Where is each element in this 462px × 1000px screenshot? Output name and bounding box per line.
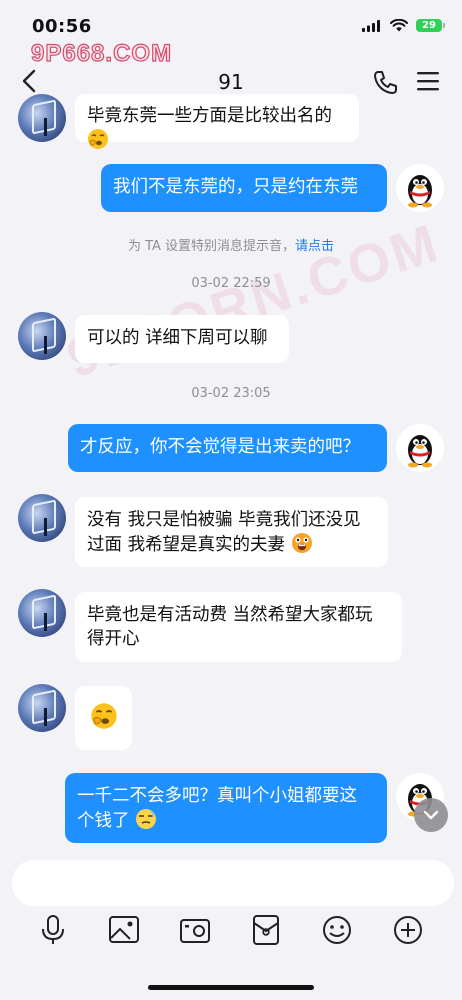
timestamp: 03-02 22:59 (191, 276, 271, 291)
message-text-line: 毕竟也是有活动费 当然希望大家都玩 (87, 605, 373, 625)
message-text: 才反应，你不会觉得是出来卖的吧？ (80, 437, 360, 457)
plus-icon[interactable] (390, 912, 426, 948)
message-text-line: 过面 我希望是真实的夫妻 (87, 532, 376, 557)
status-icons: 29 (362, 19, 445, 32)
contact-avatar[interactable] (18, 312, 66, 360)
red-packet-icon[interactable] (248, 912, 284, 948)
qq-penguin-icon (408, 175, 432, 208)
message-text-line: 个钱了 (77, 808, 375, 833)
message-bubble-incoming[interactable]: 毕竟东莞一些方面是比较出名的 (75, 94, 359, 149)
message-bubble-incoming[interactable]: 可以的 详细下周可以聊 (75, 315, 289, 363)
message-text-line: 得开心 (87, 629, 140, 649)
message-bubble-incoming[interactable] (75, 686, 132, 750)
message-text-line: 没有 我只是怕被骗 毕竟我们还没见 (87, 510, 361, 530)
message-bubble-outgoing[interactable]: 一千二不会多吧？真叫个小姐都要这 个钱了 (65, 773, 387, 843)
menu-icon[interactable] (416, 70, 440, 92)
status-time: 00:56 (32, 16, 92, 37)
yawn-emoji-icon (91, 703, 117, 729)
message-input[interactable] (12, 860, 454, 906)
smirk-emoji-icon (136, 809, 157, 829)
phone-icon[interactable] (372, 69, 398, 95)
my-avatar-penguin[interactable] (396, 164, 444, 212)
composer-toolbar (0, 912, 462, 952)
contact-avatar[interactable] (18, 94, 66, 142)
message-text: 可以的 详细下周可以聊 (87, 328, 268, 348)
timestamp: 03-02 23:05 (191, 386, 271, 401)
my-avatar-penguin[interactable] (396, 424, 444, 472)
message-text: 毕竟东莞一些方面是比较出名的 (87, 106, 332, 126)
emoji-icon[interactable] (319, 912, 355, 948)
microphone-icon[interactable] (35, 912, 71, 948)
message-text: 我们不是东莞的，只是约在东莞 (113, 177, 358, 197)
yawn-emoji-icon (88, 129, 108, 149)
message-bubble-outgoing[interactable]: 才反应，你不会觉得是出来卖的吧？ (68, 424, 387, 472)
home-indicator (148, 985, 314, 990)
shocked-emoji-icon (291, 533, 312, 553)
special-tone-notice: 为 TA 设置特别消息提示音，请点击 (0, 235, 462, 254)
contact-avatar[interactable] (18, 494, 66, 542)
message-bubble-incoming[interactable]: 没有 我只是怕被骗 毕竟我们还没见 过面 我希望是真实的夫妻 (75, 497, 388, 567)
wifi-icon (390, 19, 408, 32)
notice-link[interactable]: 请点击 (295, 239, 334, 254)
camera-icon[interactable] (177, 912, 213, 948)
chevron-down-icon (423, 810, 439, 820)
status-bar: 00:56 29 (0, 0, 462, 44)
qq-penguin-icon (408, 435, 432, 468)
battery-icon: 29 (416, 19, 445, 32)
signal-icon (362, 19, 380, 32)
contact-avatar[interactable] (18, 684, 66, 732)
contact-avatar[interactable] (18, 589, 66, 637)
photo-icon[interactable] (106, 912, 142, 948)
message-bubble-incoming[interactable]: 毕竟也是有活动费 当然希望大家都玩 得开心 (75, 592, 402, 662)
scroll-to-bottom-button[interactable] (414, 798, 448, 832)
message-bubble-outgoing[interactable]: 我们不是东莞的，只是约在东莞 (101, 164, 387, 212)
message-text-line: 一千二不会多吧？真叫个小姐都要这 (77, 786, 357, 806)
notice-text: 为 TA 设置特别消息提示音， (127, 239, 296, 254)
